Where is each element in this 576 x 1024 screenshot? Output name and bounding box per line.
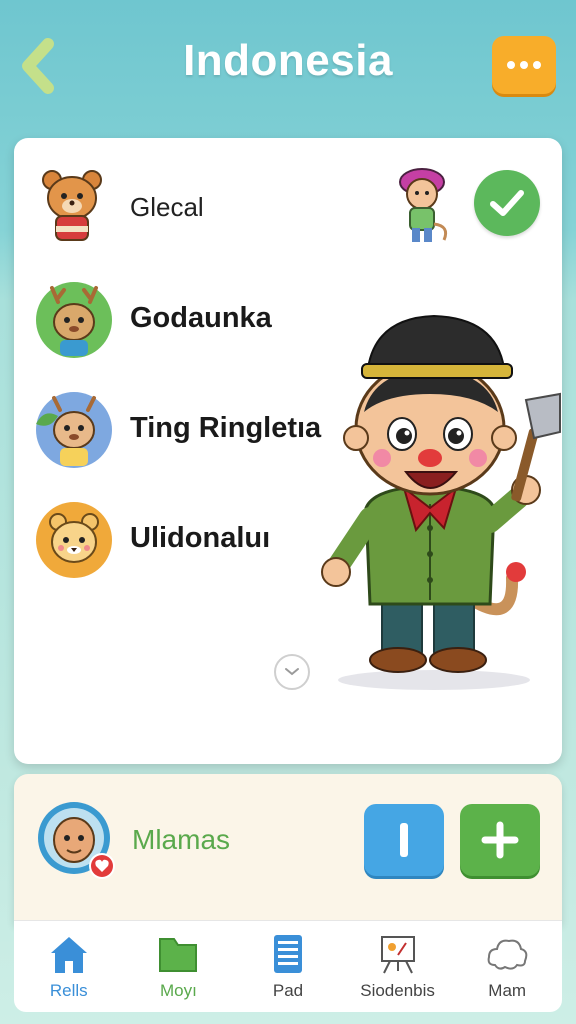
list-item-label: Ulidonaluı: [130, 522, 271, 554]
confirm-button[interactable]: [474, 170, 540, 236]
nav-label: Moyı: [159, 981, 197, 1000]
page-title: Indonesia: [183, 36, 393, 85]
more-dot: [533, 61, 541, 69]
bear-avatar: [42, 170, 102, 241]
contact-list-card: Glecal Godaunka Ting Ringletıa Ulidonalu…: [14, 138, 562, 764]
nav-label: Pad: [272, 981, 304, 1000]
app-header: Indonesia: [0, 0, 576, 140]
nav-item-pad[interactable]: Pad: [233, 921, 343, 1012]
nav-label: Rells: [49, 981, 88, 1000]
lion-cub-avatar: [36, 502, 112, 578]
list-item-godaunka[interactable]: Godaunka: [14, 270, 344, 366]
nav-label: Siodenbis: [360, 981, 435, 1000]
nav-item-moyi[interactable]: Moyı: [124, 921, 234, 1012]
deer-avatar: [36, 282, 112, 358]
deer-leaf-avatar: [36, 392, 112, 468]
nav-item-mam[interactable]: Mam: [452, 921, 562, 1012]
chevron-down-icon: [285, 668, 299, 676]
cloud-icon: [487, 939, 528, 970]
more-menu-button[interactable]: [492, 36, 556, 94]
current-user-bar: Mlamas: [14, 774, 562, 924]
mascot-illustration: [321, 314, 561, 690]
nav-item-siodenbis[interactable]: Siodenbis: [343, 921, 453, 1012]
pause-icon: [400, 823, 408, 857]
notepad-icon: [273, 935, 302, 973]
avatar[interactable]: [36, 800, 116, 880]
user-name: Mlamas: [132, 824, 231, 855]
more-dots-icon: [507, 61, 515, 69]
pause-button[interactable]: [364, 804, 444, 876]
easel-icon: [380, 936, 415, 974]
nav-label: Mam: [488, 981, 527, 1000]
character-status-icon: [399, 168, 448, 242]
folder-icon: [159, 938, 198, 972]
bottom-navigation: Rells Moyı Pad Siodenbis Mam: [14, 920, 562, 1012]
nav-item-rells[interactable]: Rells: [14, 921, 124, 1012]
list-item-ting-ringletia[interactable]: Ting Ringletıa: [14, 380, 344, 476]
home-icon: [50, 937, 87, 973]
list-item-label: Ting Ringletıa: [130, 412, 322, 444]
list-item-label: Godaunka: [130, 302, 272, 334]
check-icon: [490, 190, 524, 216]
list-item-glecal[interactable]: Glecal: [14, 156, 344, 252]
more-dot: [520, 61, 528, 69]
list-item-label: Glecal: [130, 192, 204, 222]
add-button[interactable]: [460, 804, 540, 876]
list-item-ulidonalui[interactable]: Ulidonaluı: [14, 490, 344, 586]
plus-icon: [481, 821, 519, 859]
